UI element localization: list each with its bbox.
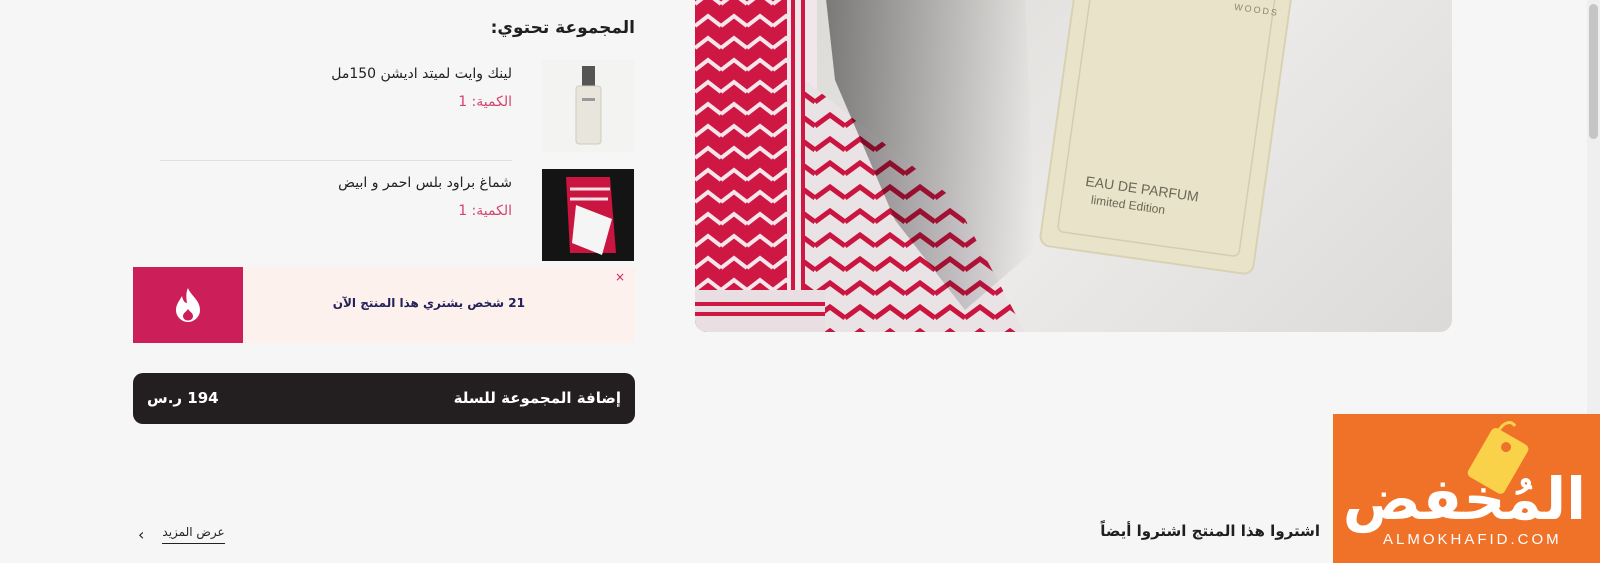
hero-illustration: WOODS EAU DE PARFUM limited Edition xyxy=(695,0,1296,332)
bundle-item[interactable]: شماغ براود بلس احمر و ابيض الكمية: 1 xyxy=(159,169,634,261)
product-hero-image: WOODS EAU DE PARFUM limited Edition xyxy=(695,0,1452,332)
bundle-item[interactable]: لينك وايت لميتد اديشن 150مل الكمية: 1 xyxy=(159,60,634,152)
bundle-title: المجموعة تحتوي: xyxy=(490,18,635,38)
view-more-link[interactable]: ‹ عرض المزيد xyxy=(138,525,225,544)
bundle-item-quantity: الكمية: 1 xyxy=(458,94,512,110)
perfume-bottle-icon[interactable] xyxy=(542,60,634,152)
close-icon[interactable]: × xyxy=(615,270,625,284)
add-to-cart-label: إضافة المجموعة للسلة xyxy=(453,389,621,407)
watermark-domain: ALMOKHAFID.COM xyxy=(1383,531,1562,548)
page: WOODS EAU DE PARFUM limited Edition المج… xyxy=(0,0,1600,563)
scrollbar[interactable] xyxy=(1587,0,1600,414)
social-proof-text: 21 شخص يشتري هذا المنتج الآن xyxy=(332,296,525,310)
bundle-item-quantity: الكمية: 1 xyxy=(458,203,512,219)
scrollbar-thumb[interactable] xyxy=(1589,4,1598,139)
bundle-item-name[interactable]: لينك وايت لميتد اديشن 150مل xyxy=(331,66,512,82)
flame-icon-box xyxy=(133,267,243,343)
bundle-item-name[interactable]: شماغ براود بلس احمر و ابيض xyxy=(338,175,512,191)
view-more-label: عرض المزيد xyxy=(162,525,225,544)
watermark-logo: المُخفض ALMOKHAFID.COM xyxy=(1333,414,1600,563)
chevron-left-icon: ‹ xyxy=(138,525,145,544)
add-bundle-to-cart-button[interactable]: إضافة المجموعة للسلة 194 ر.س xyxy=(133,373,635,424)
divider xyxy=(160,160,512,161)
bundle-price: 194 ر.س xyxy=(147,389,219,407)
shemagh-icon[interactable] xyxy=(542,169,634,261)
flame-icon xyxy=(176,288,200,322)
related-products-title: اشتروا هذا المنتج اشتروا أيضاً xyxy=(1100,522,1320,540)
watermark-word: المُخفض xyxy=(1342,465,1586,533)
social-proof-banner: 21 شخص يشتري هذا المنتج الآن × xyxy=(133,267,635,343)
